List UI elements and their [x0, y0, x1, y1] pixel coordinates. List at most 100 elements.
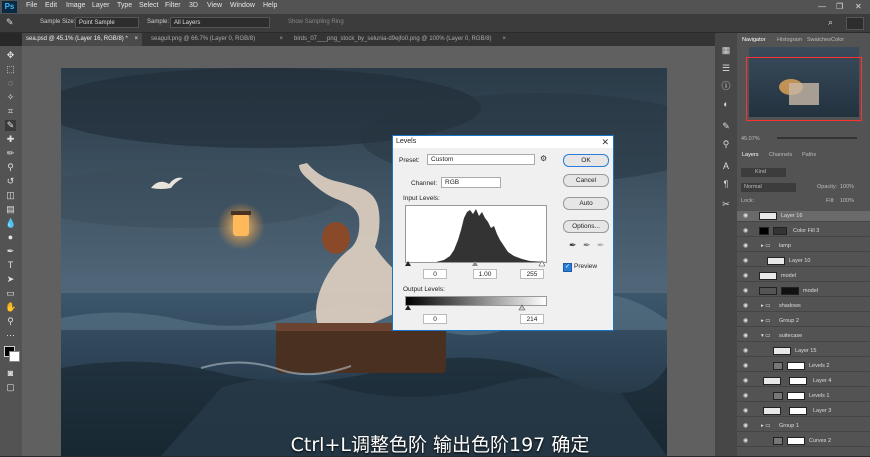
ok-button[interactable]: OK: [563, 154, 609, 167]
visibility-eye-icon[interactable]: ◉: [743, 406, 748, 417]
tab-seagull[interactable]: seagull.png @ 66.7% (Layer 0, RGB/8) ×: [147, 33, 287, 46]
tool-presets-panel-icon[interactable]: ✂: [720, 199, 732, 210]
layer-row[interactable]: ◉ ▸ ▭ Group 1: [737, 421, 870, 432]
input-levels-sliders[interactable]: [405, 260, 545, 268]
eyedropper-tool-icon[interactable]: ✎: [5, 120, 16, 131]
eyedropper-icon[interactable]: ✎: [6, 17, 14, 28]
zoom-level[interactable]: 45.07%: [741, 136, 760, 142]
fill-value[interactable]: 100%: [840, 198, 854, 204]
layer-row[interactable]: ◉ Layer 15: [737, 346, 870, 357]
navigator-view-box[interactable]: [746, 57, 862, 121]
layer-row[interactable]: ◉ Layer 3: [737, 406, 870, 417]
visibility-eye-icon[interactable]: ◉: [743, 436, 748, 447]
tab-layers[interactable]: Layers: [742, 152, 759, 158]
blur-tool-icon[interactable]: 💧: [5, 218, 16, 229]
opacity-value[interactable]: 100%: [840, 184, 854, 190]
visibility-eye-icon[interactable]: ◉: [743, 376, 748, 387]
quick-mask-icon[interactable]: ◙: [5, 368, 16, 379]
brush-tool-icon[interactable]: ✏: [5, 148, 16, 159]
background-color-swatch[interactable]: [9, 351, 20, 362]
visibility-eye-icon[interactable]: ◉: [743, 421, 748, 432]
menu-image[interactable]: Image: [66, 2, 85, 9]
visibility-eye-icon[interactable]: ◉: [743, 331, 748, 342]
tab-color[interactable]: Color: [831, 37, 844, 43]
clone-source-panel-icon[interactable]: ⚲: [720, 139, 732, 150]
visibility-eye-icon[interactable]: ◉: [743, 391, 748, 402]
preview-checkbox[interactable]: ✓: [563, 263, 572, 272]
layer-row[interactable]: ◉ Layer 10: [737, 256, 870, 267]
layer-row[interactable]: ◉ Color Fill 3: [737, 226, 870, 237]
zoom-slider[interactable]: [777, 137, 857, 139]
close-tab-icon[interactable]: ×: [279, 33, 283, 46]
tab-paths[interactable]: Paths: [802, 152, 816, 158]
layer-row[interactable]: ◉ ▸ ▭ lamp: [737, 241, 870, 252]
close-icon[interactable]: ✕: [855, 2, 862, 11]
adjustments-panel-icon[interactable]: ◐: [720, 99, 732, 110]
show-sampling-ring-checkbox[interactable]: Show Sampling Ring: [288, 19, 344, 25]
history-panel-icon[interactable]: ▦: [720, 45, 732, 56]
menu-layer[interactable]: Layer: [92, 2, 110, 9]
path-selection-tool-icon[interactable]: ➤: [5, 274, 16, 285]
input-white-field[interactable]: 255: [520, 269, 544, 279]
white-point-eyedropper-icon[interactable]: ✒: [597, 240, 605, 251]
tab-navigator[interactable]: Navigator: [742, 37, 766, 43]
input-black-field[interactable]: 0: [423, 269, 447, 279]
move-tool-icon[interactable]: ✥: [5, 50, 16, 61]
search-icon[interactable]: ⌕: [828, 17, 833, 28]
tab-sea-psd[interactable]: sea.psd @ 45.1% (Layer 16, RGB/8) * ×: [22, 33, 142, 46]
tab-swatches[interactable]: Swatches: [807, 37, 831, 43]
auto-button[interactable]: Auto: [563, 197, 609, 210]
healing-brush-tool-icon[interactable]: ✚: [5, 134, 16, 145]
brush-panel-icon[interactable]: ✎: [720, 121, 732, 132]
menu-window[interactable]: Window: [230, 2, 255, 9]
layer-row[interactable]: ◉ Layer 4: [737, 376, 870, 387]
layer-row[interactable]: ◉ Layer 16: [737, 211, 870, 222]
layer-row[interactable]: ◉ ▾ ▭ suitecase: [737, 331, 870, 342]
history-brush-tool-icon[interactable]: ↺: [5, 176, 16, 187]
close-tab-icon[interactable]: ×: [134, 33, 138, 46]
layer-kind-filter[interactable]: Kind: [741, 168, 786, 177]
menu-3d[interactable]: 3D: [189, 2, 198, 9]
properties-panel-icon[interactable]: ☰: [720, 63, 732, 74]
layer-row[interactable]: ◉ Levels 1: [737, 391, 870, 402]
shape-tool-icon[interactable]: ▭: [5, 288, 16, 299]
layer-row[interactable]: ◉ model: [737, 271, 870, 282]
marquee-tool-icon[interactable]: ⬚: [5, 64, 16, 75]
tab-birds[interactable]: birds_07___png_stock_by_selunia-d9ejfo0.…: [290, 33, 510, 46]
minimize-icon[interactable]: —: [818, 2, 826, 11]
layer-row[interactable]: ◉ ▸ ▭ Group 2: [737, 316, 870, 327]
character-panel-icon[interactable]: A: [720, 161, 732, 172]
type-tool-icon[interactable]: T: [5, 260, 16, 271]
black-point-eyedropper-icon[interactable]: ✒: [569, 240, 577, 251]
preset-options-gear-icon[interactable]: ⚙: [540, 154, 547, 163]
hand-tool-icon[interactable]: ✋: [5, 302, 16, 313]
visibility-eye-icon[interactable]: ◉: [743, 346, 748, 357]
zoom-tool-icon[interactable]: ⚲: [5, 316, 16, 327]
visibility-eye-icon[interactable]: ◉: [743, 256, 748, 267]
preset-select[interactable]: Custom: [427, 154, 535, 165]
layer-row[interactable]: ◉ ▸ ▭ shadows: [737, 301, 870, 312]
close-tab-icon[interactable]: ×: [502, 33, 506, 46]
visibility-eye-icon[interactable]: ◉: [743, 271, 748, 282]
menu-file[interactable]: File: [26, 2, 37, 9]
info-panel-icon[interactable]: ⓘ: [720, 81, 732, 92]
options-button[interactable]: Options...: [563, 220, 609, 233]
visibility-eye-icon[interactable]: ◉: [743, 286, 748, 297]
input-gamma-field[interactable]: 1.00: [473, 269, 497, 279]
dodge-tool-icon[interactable]: ●: [5, 232, 16, 243]
pen-tool-icon[interactable]: ✒: [5, 246, 16, 257]
maximize-icon[interactable]: ❐: [836, 2, 843, 11]
menu-filter[interactable]: Filter: [165, 2, 181, 9]
visibility-eye-icon[interactable]: ◉: [743, 241, 748, 252]
gradient-tool-icon[interactable]: ▤: [5, 204, 16, 215]
eraser-tool-icon[interactable]: ◫: [5, 190, 16, 201]
workspace-icon[interactable]: [846, 17, 864, 30]
dialog-close-icon[interactable]: ✕: [601, 136, 609, 148]
menu-help[interactable]: Help: [263, 2, 277, 9]
output-levels-sliders[interactable]: [405, 304, 545, 312]
channel-select[interactable]: RGB: [441, 177, 501, 188]
output-black-field[interactable]: 0: [423, 314, 447, 324]
menu-edit[interactable]: Edit: [45, 2, 57, 9]
menu-select[interactable]: Select: [139, 2, 158, 9]
paragraph-panel-icon[interactable]: ¶: [720, 179, 732, 190]
